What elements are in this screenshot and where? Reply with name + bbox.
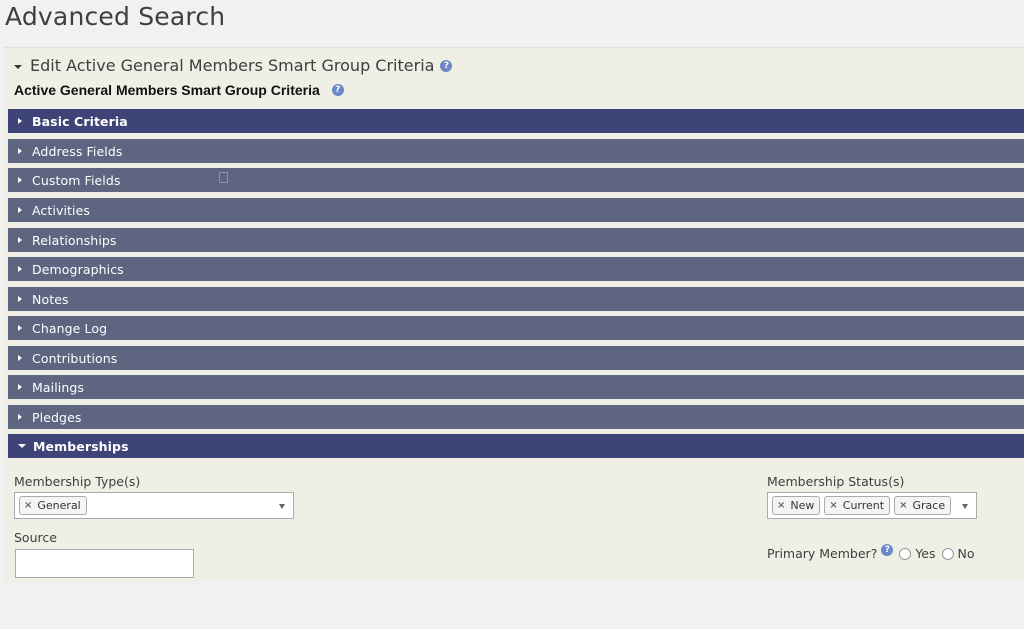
membership-type-select[interactable]: × General	[14, 492, 294, 519]
source-input[interactable]	[15, 549, 194, 578]
edit-criteria-label: Edit Active General Members Smart Group …	[30, 56, 435, 75]
section-label: Notes	[32, 291, 69, 307]
section-basic-criteria[interactable]: Basic Criteria	[8, 109, 1024, 133]
criteria-title-text: Active General Members Smart Group Crite…	[14, 82, 320, 98]
edit-criteria-toggle[interactable]: Edit Active General Members Smart Group …	[14, 56, 453, 75]
expand-triangle-icon	[18, 325, 22, 331]
criteria-title: Active General Members Smart Group Crite…	[14, 82, 344, 98]
remove-tag-icon[interactable]: ×	[829, 500, 837, 511]
primary-member-label: Primary Member?	[767, 546, 878, 561]
primary-no-label: No	[957, 546, 975, 561]
section-label: Activities	[32, 202, 91, 218]
section-label: Memberships	[33, 438, 129, 454]
membership-status-tag[interactable]: × Grace	[894, 496, 952, 515]
section-label: Mailings	[32, 379, 85, 395]
help-icon[interactable]: ?	[881, 543, 894, 556]
membership-status-label: Membership Status(s)	[767, 474, 905, 489]
expand-triangle-icon	[18, 414, 22, 420]
bracket-icon	[219, 172, 228, 183]
section-label: Contributions	[32, 350, 118, 366]
section-custom-fields[interactable]: Custom Fields	[8, 168, 1024, 192]
section-label: Pledges	[32, 409, 82, 425]
tag-label: New	[790, 499, 815, 512]
dropdown-caret-icon[interactable]	[279, 504, 285, 509]
membership-status-tag[interactable]: × Current	[824, 496, 891, 515]
section-address-fields[interactable]: Address Fields	[8, 139, 1024, 163]
page-title: Advanced Search	[5, 2, 226, 31]
expand-triangle-icon	[18, 207, 22, 213]
section-contributions[interactable]: Contributions	[8, 346, 1024, 370]
tag-label: General	[37, 499, 81, 512]
search-panel: Edit Active General Members Smart Group …	[4, 47, 1024, 582]
help-icon[interactable]: ?	[440, 59, 453, 72]
expand-triangle-icon	[18, 384, 22, 390]
section-notes[interactable]: Notes	[8, 287, 1024, 311]
remove-tag-icon[interactable]: ×	[899, 500, 907, 511]
membership-status-tag[interactable]: × New	[772, 496, 821, 515]
section-label: Change Log	[32, 320, 108, 336]
expand-triangle-icon	[18, 266, 22, 272]
section-label: Custom Fields	[32, 172, 121, 188]
expand-triangle-icon	[18, 148, 22, 154]
section-label: Address Fields	[32, 143, 123, 159]
memberships-body: Membership Type(s) × General Membership …	[8, 458, 1024, 629]
section-activities[interactable]: Activities	[8, 198, 1024, 222]
expand-triangle-icon	[18, 118, 22, 124]
expand-triangle-icon	[18, 177, 22, 183]
section-label: Demographics	[32, 261, 124, 277]
membership-status-select[interactable]: × New × Current × Grace	[767, 492, 977, 519]
primary-yes-radio[interactable]	[899, 547, 912, 560]
primary-member-group: Primary Member? ? Yes No	[767, 543, 975, 561]
tag-label: Grace	[912, 499, 946, 512]
section-change-log[interactable]: Change Log	[8, 316, 1024, 340]
help-icon[interactable]: ?	[331, 84, 344, 96]
membership-type-tag[interactable]: × General	[19, 496, 87, 515]
section-label: Basic Criteria	[32, 113, 128, 129]
source-label: Source	[14, 530, 57, 545]
section-mailings[interactable]: Mailings	[8, 375, 1024, 399]
expand-triangle-icon	[18, 296, 22, 302]
section-label: Relationships	[32, 232, 117, 248]
primary-yes-label: Yes	[915, 546, 936, 561]
section-memberships[interactable]: Memberships	[8, 434, 1024, 458]
section-pledges[interactable]: Pledges	[8, 405, 1024, 429]
primary-no-radio[interactable]	[941, 547, 954, 560]
collapse-triangle-icon	[18, 444, 26, 448]
expand-triangle-icon	[18, 355, 22, 361]
remove-tag-icon[interactable]: ×	[24, 500, 32, 511]
tag-label: Current	[842, 499, 885, 512]
section-relationships[interactable]: Relationships	[8, 228, 1024, 252]
section-demographics[interactable]: Demographics	[8, 257, 1024, 281]
expand-triangle-icon	[18, 237, 22, 243]
collapse-triangle-icon	[14, 64, 22, 69]
membership-type-label: Membership Type(s)	[14, 474, 141, 489]
dropdown-caret-icon[interactable]	[962, 504, 968, 509]
remove-tag-icon[interactable]: ×	[777, 500, 785, 511]
